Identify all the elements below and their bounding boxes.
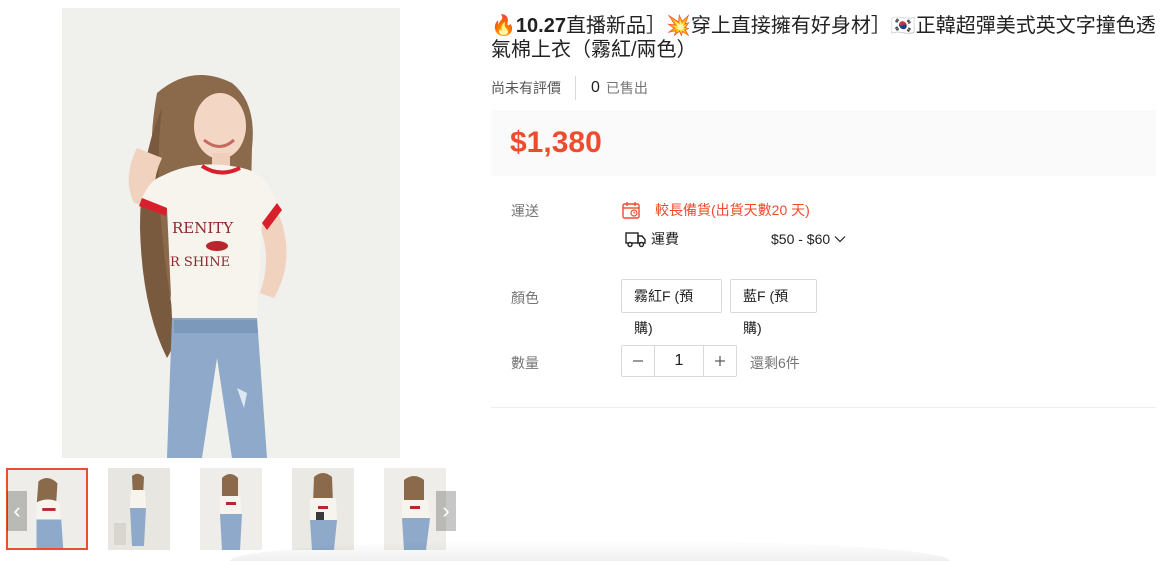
quantity-label: 數量 [511, 355, 539, 371]
thumbnail-2[interactable] [108, 468, 170, 550]
collision-icon: 💥 [665, 15, 691, 37]
color-label: 顏色 [511, 290, 539, 306]
plus-icon [715, 356, 725, 366]
thumbnail-4[interactable] [292, 468, 354, 550]
gallery-next-button[interactable]: › [436, 491, 456, 531]
product-price: $1,380 [510, 126, 602, 159]
truck-icon [625, 232, 646, 248]
gallery-prev-button[interactable]: ‹ [7, 491, 27, 531]
product-title: 🔥10.27直播新品］💥穿上直接擁有好身材］🇰🇷正韓超彈美式英文字撞色透氣棉上衣… [491, 14, 1159, 62]
chevron-right-icon: › [442, 498, 450, 523]
minus-icon [633, 360, 643, 362]
quantity-input[interactable] [654, 346, 704, 376]
stats-divider [575, 76, 576, 100]
stock-remaining: 還剩6件 [750, 355, 800, 371]
shipping-fee-dropdown[interactable]: $50 - $60 [771, 231, 846, 247]
fire-icon: 🔥 [491, 15, 516, 37]
quantity-stepper [621, 345, 737, 377]
chevron-down-icon [834, 236, 846, 243]
title-bold: 10.27 [515, 15, 566, 37]
sold-count: 0 [591, 79, 600, 96]
variant-option-blue[interactable]: 藍F (預購) [730, 279, 817, 336]
preorder-text: 較長備貨(出貨天數20 天) [655, 202, 810, 218]
title-part-2: 穿上直接擁有好身材］ [690, 15, 891, 37]
calendar-icon [622, 202, 640, 219]
shipping-fee-value: $50 - $60 [771, 231, 831, 247]
product-stats: 尚未有評價 0 已售出 [491, 76, 648, 100]
quantity-increase-button[interactable] [704, 346, 736, 376]
variant-option-red[interactable]: 霧紅F (預購) [621, 279, 722, 336]
korea-flag-icon: 🇰🇷 [890, 15, 916, 37]
price-section: $1,380 [491, 110, 1156, 176]
main-product-image[interactable]: RENITY R SHINE [62, 8, 400, 458]
shipping-fee-label: 運費 [651, 231, 679, 247]
rating-text[interactable]: 尚未有評價 [491, 78, 575, 98]
title-part-1: 直播新品］ [565, 15, 666, 37]
thumbnail-3[interactable] [200, 468, 262, 550]
chevron-left-icon: ‹ [13, 498, 21, 523]
section-divider [491, 407, 1156, 408]
preorder-notice: 較長備貨(出貨天數20 天) [621, 200, 810, 220]
sold-label: 已售出 [605, 80, 648, 96]
quantity-decrease-button[interactable] [622, 346, 654, 376]
svg-text:R SHINE: R SHINE [170, 255, 230, 270]
shipping-label: 運送 [511, 203, 539, 219]
svg-text:RENITY: RENITY [172, 219, 234, 237]
shipping-fee-row: 運費 [625, 229, 679, 249]
